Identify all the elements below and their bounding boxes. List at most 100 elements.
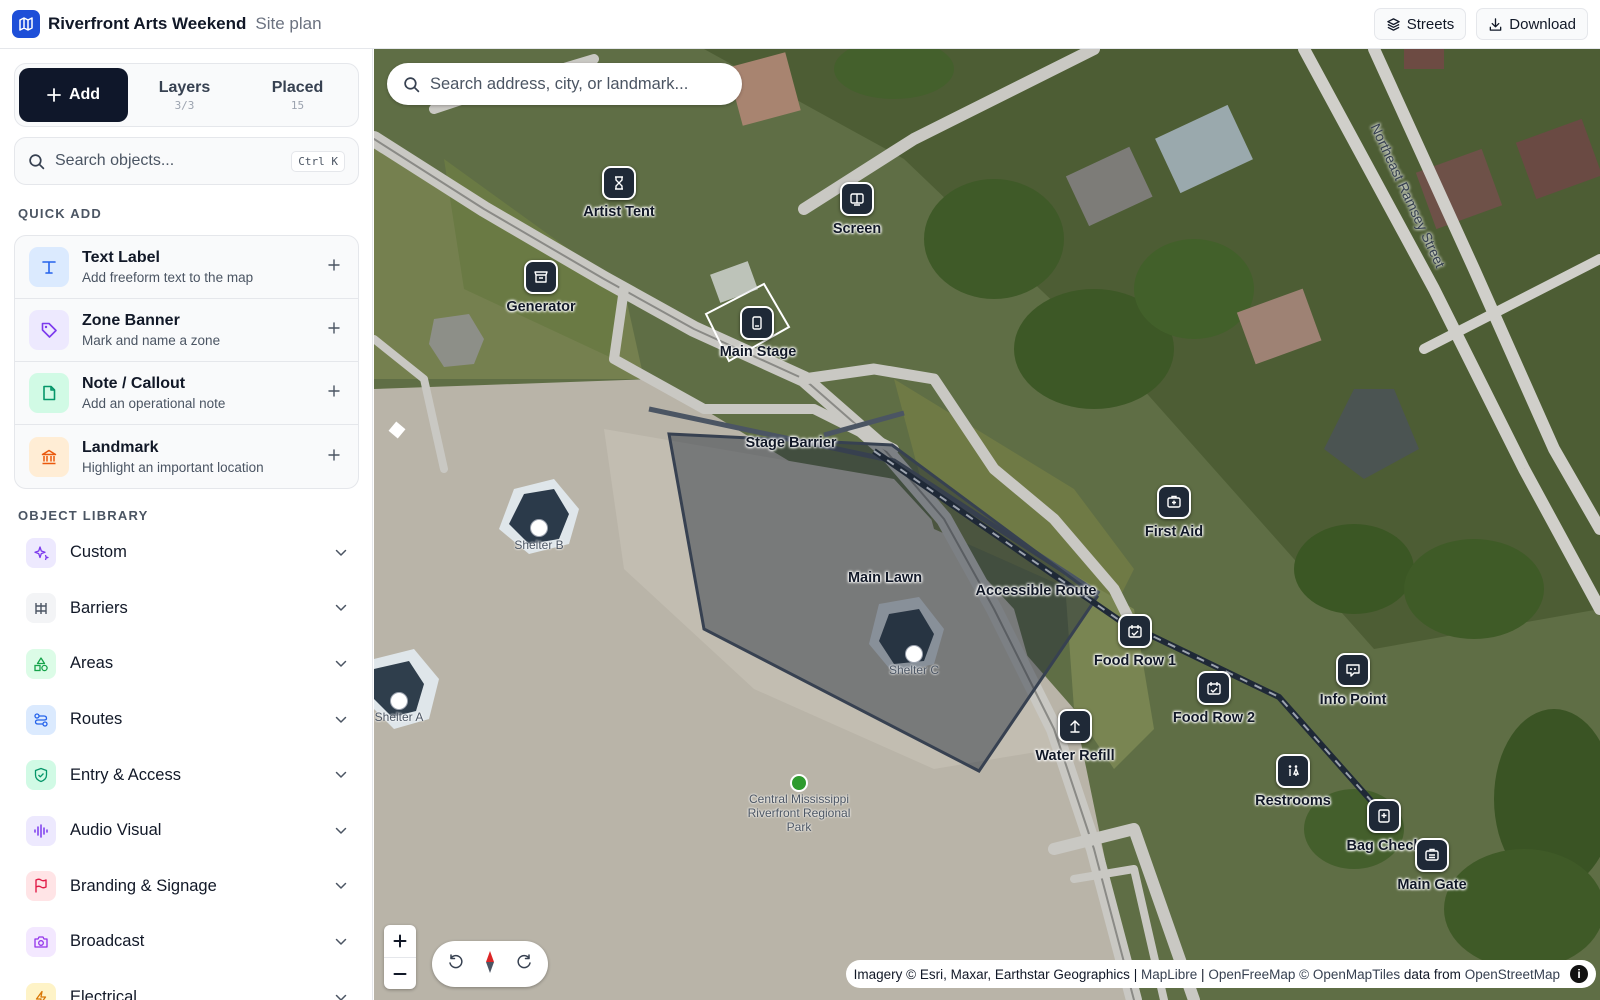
openmaptiles-link[interactable]: © OpenMapTiles	[1299, 967, 1400, 982]
add-label: Add	[68, 86, 101, 103]
note-icon	[29, 373, 69, 413]
shelter-label: Shelter C	[888, 663, 940, 677]
marker-artist-tent[interactable]	[602, 166, 636, 200]
rotate-left-button[interactable]	[447, 953, 465, 976]
text-icon	[29, 247, 69, 287]
chevron-down-icon	[335, 933, 347, 951]
compass-icon	[486, 950, 494, 973]
marker-screen[interactable]	[840, 182, 874, 216]
download-icon	[1489, 17, 1502, 31]
library-category-areas[interactable]: Areas	[14, 636, 359, 692]
plus-icon[interactable]	[324, 258, 344, 276]
route-icon	[26, 704, 56, 735]
rotate-cw-icon	[517, 953, 531, 968]
library-category-broadcast[interactable]: Broadcast	[14, 914, 359, 970]
marker-restrooms[interactable]	[1276, 754, 1310, 788]
sparkles-icon	[26, 537, 56, 568]
chevron-down-icon	[335, 989, 347, 1000]
openfreemap-link[interactable]: OpenFreeMap	[1208, 967, 1295, 982]
chevron-down-icon	[335, 711, 347, 729]
plus-icon[interactable]	[324, 321, 344, 339]
shelter-icon	[390, 692, 408, 710]
zoom-out-button[interactable]	[384, 957, 416, 989]
zoom-in-button[interactable]	[384, 925, 416, 957]
chevron-down-icon	[335, 877, 347, 895]
quick-add-zone-banner[interactable]: Zone Banner Mark and name a zone	[15, 299, 358, 362]
plus-icon[interactable]	[324, 384, 344, 402]
library-category-label: Custom	[70, 543, 127, 562]
streets-style-button[interactable]: Streets	[1373, 8, 1467, 40]
marker-label: Info Point	[1319, 692, 1387, 708]
zone-label-main-lawn[interactable]: Main Lawn	[848, 570, 922, 586]
object-search-input[interactable]: Search objects... Ctrl K	[14, 137, 359, 185]
zone-label-stage-barrier[interactable]: Stage Barrier	[745, 435, 836, 451]
plus-icon[interactable]	[324, 448, 344, 466]
quick-add-desc: Highlight an important location	[82, 459, 264, 475]
marker-food-row-1[interactable]	[1118, 614, 1152, 648]
marker-main-gate[interactable]	[1415, 838, 1449, 872]
shapes-icon	[26, 648, 56, 679]
marker-first-aid[interactable]	[1157, 485, 1191, 519]
audio-icon	[26, 815, 56, 846]
park-label: Central Mississippi Riverfront Regional …	[747, 792, 851, 834]
library-category-branding-signage[interactable]: Branding & Signage	[14, 859, 359, 915]
library-category-electrical[interactable]: Electrical	[14, 970, 359, 1000]
quick-add-title: Landmark	[82, 438, 159, 456]
library-category-custom[interactable]: Custom	[14, 525, 359, 581]
quick-add-title: Zone Banner	[82, 312, 180, 329]
park-icon	[790, 774, 808, 792]
zoom-controls	[384, 925, 416, 989]
library-category-barriers[interactable]: Barriers	[14, 581, 359, 637]
streets-label: Streets	[1406, 15, 1455, 33]
library-category-entry-access[interactable]: Entry & Access	[14, 747, 359, 803]
stage-icon	[752, 316, 762, 330]
compass-button[interactable]	[483, 950, 497, 979]
shelter-icon	[905, 645, 923, 663]
marker-bag-check[interactable]	[1367, 799, 1401, 833]
flag-icon	[26, 871, 56, 902]
shelter-icon	[530, 519, 548, 537]
library-category-audio-visual[interactable]: Audio Visual	[14, 803, 359, 859]
marker-water-refill[interactable]	[1058, 709, 1092, 743]
marker-food-row-2[interactable]	[1197, 671, 1231, 705]
library-category-label: Electrical	[70, 988, 137, 1000]
library-category-label: Broadcast	[70, 932, 145, 951]
add-button[interactable]: Add	[19, 68, 128, 122]
bag-icon	[1378, 809, 1390, 823]
food-icon	[1207, 682, 1221, 695]
mode-tabs: Add Layers 3/3 Placed 15	[14, 63, 359, 127]
marker-label: Food Row 1	[1093, 653, 1177, 669]
gate-icon	[1425, 848, 1439, 861]
info-circle-icon[interactable]: i	[1570, 965, 1588, 983]
shelter-label: Shelter A	[374, 710, 424, 724]
marker-label: Screen	[832, 221, 882, 237]
download-button[interactable]: Download	[1476, 8, 1588, 40]
openstreetmap-link[interactable]: OpenStreetMap	[1465, 967, 1560, 982]
sidebar: Add Layers 3/3 Placed 15 Search objects.…	[0, 49, 373, 1000]
water-icon	[1070, 720, 1080, 733]
rotate-right-button[interactable]	[515, 953, 533, 976]
map-search-input[interactable]: Search address, city, or landmark...	[387, 63, 742, 105]
quick-add-text-label[interactable]: Text Label Add freeform text to the map	[15, 236, 358, 299]
library-category-label: Areas	[70, 654, 114, 673]
map-canvas[interactable]: Search address, city, or landmark... Nor…	[374, 49, 1600, 1000]
rotate-ccw-icon	[449, 953, 463, 968]
library-category-routes[interactable]: Routes	[14, 692, 359, 748]
landmark-icon	[29, 436, 69, 477]
tab-layers[interactable]: Layers 3/3	[128, 68, 241, 122]
quick-add-note-callout[interactable]: Note / Callout Add an operational note	[15, 362, 358, 425]
marker-info-point[interactable]	[1336, 653, 1370, 687]
maplibre-link[interactable]: MapLibre	[1141, 967, 1197, 982]
library-category-label: Audio Visual	[70, 821, 162, 840]
quick-add-landmark[interactable]: Landmark Highlight an important location	[15, 425, 358, 488]
minus-icon	[393, 972, 407, 975]
marker-generator[interactable]	[524, 260, 558, 294]
food-icon	[1128, 625, 1142, 638]
search-shortcut: Ctrl K	[291, 150, 345, 172]
zone-label-accessible-route[interactable]: Accessible Route	[976, 583, 1097, 599]
tab-placed[interactable]: Placed 15	[241, 68, 354, 122]
chevron-down-icon	[335, 822, 347, 840]
marker-main-stage[interactable]	[740, 306, 774, 340]
quick-add-desc: Add freeform text to the map	[82, 270, 254, 285]
map-attribution: Imagery © Esri, Maxar, Earthstar Geograp…	[845, 960, 1596, 988]
